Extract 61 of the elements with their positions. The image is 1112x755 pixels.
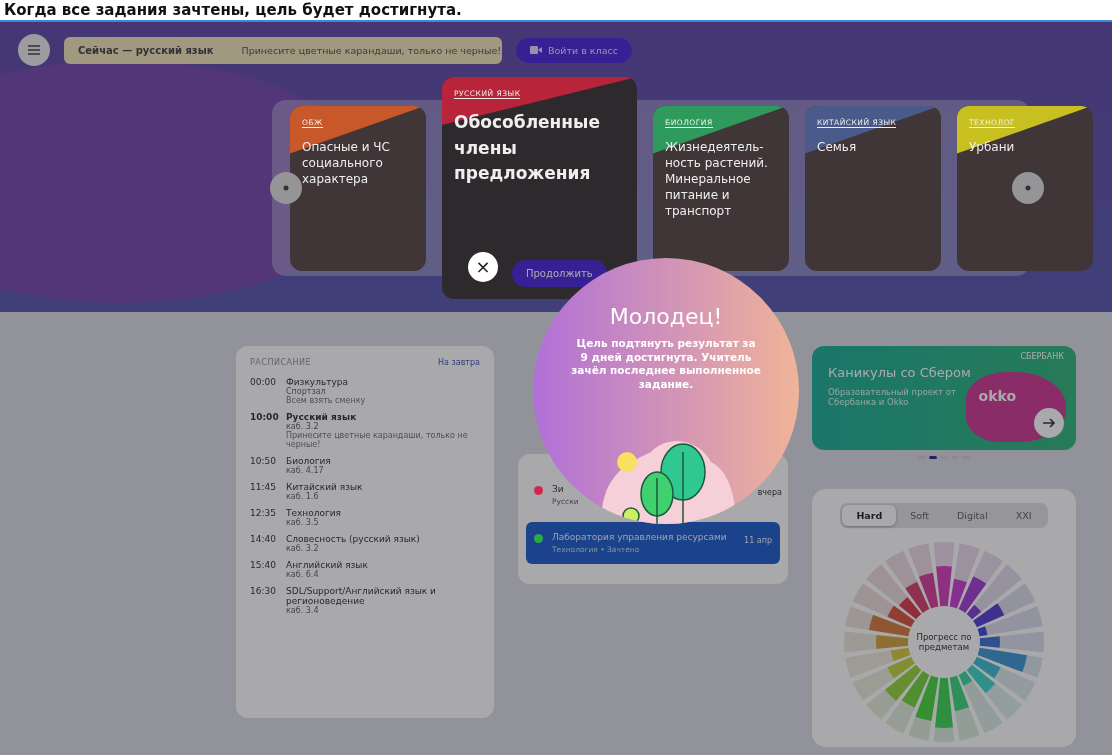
lesson-note: Принесите цветные карандаши, только не черные! [286, 431, 469, 449]
lesson-time: 10:50 [250, 456, 277, 466]
continue-button[interactable]: Продолжить [512, 260, 607, 287]
task-date: вчера [757, 488, 782, 497]
lesson-subject: Китайский язык [286, 482, 364, 492]
menu-button[interactable] [18, 34, 50, 66]
lesson-subject: SDL/Support/Английский язык и регионоведение [286, 586, 437, 606]
lesson-note: Всем взять сменку [286, 396, 367, 405]
popup-message: Цель подтянуть результат за 9 дней достигнута. Учитель зачёл последнее выполненное задание. [571, 337, 761, 392]
room-label: каб. 4.17 [286, 466, 325, 475]
lesson-subject: Технология [286, 508, 342, 518]
lesson-subject: Биология [286, 456, 332, 466]
skill-tab[interactable]: Soft [896, 505, 943, 526]
lesson-note: Принесите цветные карандаши, только не черные! [241, 44, 502, 56]
arrow-right-icon [1043, 418, 1055, 428]
task-title: Лаборатория управления ресурсами [552, 532, 728, 544]
camera-icon [530, 46, 542, 54]
lesson-time: 16:30 [250, 586, 277, 598]
task-date: 11 апр [744, 536, 772, 545]
tomorrow-link[interactable]: На завтра [438, 358, 480, 367]
lesson-title: Урбани [969, 138, 1016, 155]
room-label: каб. 3.2 [286, 544, 320, 553]
promo-banner[interactable]: Каникулы со Сбером Образовательный проект от Сбербанка и Okko СБЕРБАНК okko [812, 346, 1076, 450]
lesson-time: 10:00 [250, 412, 280, 422]
lesson-title: Обособленные члены предложения [454, 111, 601, 185]
menu-icon [28, 45, 40, 55]
lesson-time: 14:40 [250, 534, 277, 544]
popup-title: Молодец! [608, 304, 724, 329]
previous-button[interactable] [270, 172, 302, 204]
task-title: Зи [552, 484, 565, 496]
lesson-subject: Русский язык [286, 412, 358, 422]
join-class-button[interactable]: Войти в класс [516, 37, 632, 63]
lesson-title: Опасные и ЧС социального характера [302, 138, 391, 188]
schedule-title: РАСПИСАНИЕ [250, 358, 311, 367]
bank-logo: СБЕРБАНК [1020, 352, 1064, 361]
room-label: каб. 6.4 [286, 570, 320, 579]
lesson-time: 15:40 [250, 560, 277, 570]
lesson-subject: Английский язык [286, 560, 369, 570]
lesson-time: 11:45 [250, 482, 277, 492]
caption-text: Когда все задания зачтены, цель будет достигнута. [3, 0, 463, 20]
lesson-time: 12:35 [250, 508, 277, 518]
room-label: каб. 3.5 [286, 518, 320, 527]
banner-title: Каникулы со Сбером [828, 365, 971, 380]
room-label: Спортзал [286, 387, 326, 396]
room-label: каб. 3.2 [286, 422, 319, 431]
lesson-title: Жизнедеятель-ность растений. Минеральное питание и транспорт [665, 138, 769, 220]
dot-icon [1025, 185, 1031, 191]
lesson-title: Семья [817, 138, 858, 155]
lesson-subject: Словесность (русский язык) [286, 534, 421, 544]
chart-center-label: Прогресс по предметам [915, 632, 973, 652]
lesson-subject: Физкультура [286, 377, 349, 387]
current-lesson: Сейчас — русский язык [78, 44, 214, 56]
dot-icon [283, 185, 289, 191]
okko-logo: okko [978, 388, 1016, 404]
room-label: каб. 1.6 [286, 492, 320, 501]
skill-tab[interactable]: Digital [943, 505, 1002, 526]
skill-tab[interactable]: Hard [842, 505, 897, 526]
lesson-time: 00:00 [250, 377, 277, 387]
room-label: каб. 3.4 [286, 606, 319, 615]
skill-tab[interactable]: XXI [1001, 505, 1046, 526]
banner-text: Образовательный проект от Сбербанка и Okko [828, 387, 957, 407]
